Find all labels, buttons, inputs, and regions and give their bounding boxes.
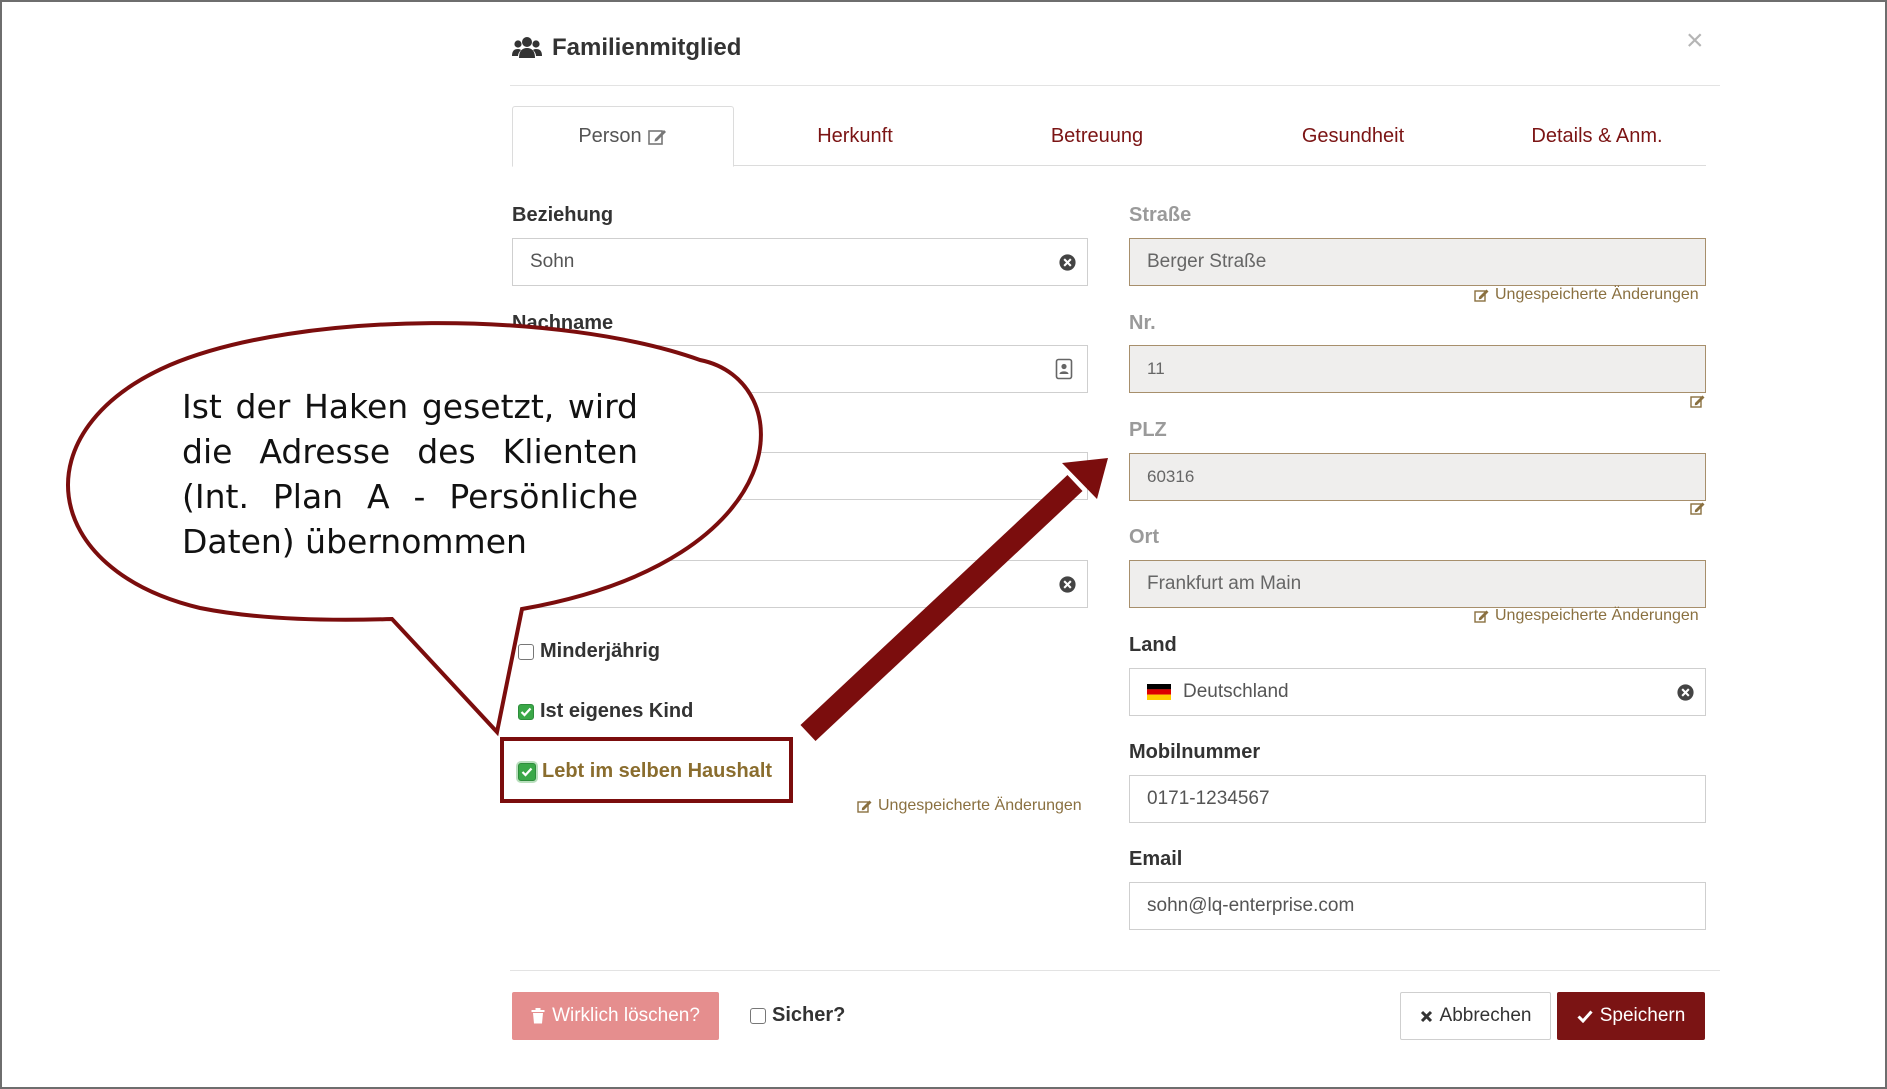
land-value: Deutschland [1183, 681, 1289, 702]
nr-value: 11 [1147, 359, 1165, 378]
strasse-field[interactable]: Berger Straße [1129, 238, 1706, 286]
header-divider [510, 85, 1720, 86]
checkbox-checked[interactable] [518, 703, 534, 720]
checkbox-label: Ist eigenes Kind [540, 700, 694, 722]
tab-gesundheit-label: Gesundheit [1301, 124, 1405, 147]
modal-title-text: Familienmitglied [552, 34, 742, 61]
nachname-label: Nachname [512, 312, 614, 334]
ort-field[interactable]: Frankfurt am Main [1129, 560, 1706, 608]
plz-value: 60316 [1147, 467, 1195, 486]
close-icon [1420, 1010, 1432, 1022]
check-icon [1577, 1009, 1593, 1023]
clear-icon[interactable] [1676, 683, 1695, 702]
tab-betreuung-label: Betreuung [1050, 124, 1144, 147]
users-icon [512, 37, 542, 58]
edit-icon [647, 129, 666, 145]
plz-label: PLZ [1129, 419, 1167, 441]
check-icon [520, 707, 532, 717]
email-value: sohn@lq-enterprise.com [1147, 895, 1355, 916]
tab-person-label: Person [578, 125, 642, 147]
clear-icon[interactable] [1058, 253, 1077, 272]
delete-button[interactable]: Wirklich löschen? [512, 992, 719, 1040]
checkbox-minderjaehrig[interactable]: Minderjährig [518, 640, 660, 663]
plz-field[interactable]: 60316 [1129, 453, 1706, 501]
edit-icon [1474, 289, 1489, 302]
unsaved-text: Ungespeicherte Änderungen [1495, 286, 1699, 303]
checkbox-label: Minderjährig [540, 640, 661, 662]
callout-text: Ist der Haken gesetzt, wird die Adresse … [182, 387, 638, 561]
unsaved-text: Ungespeicherte Änderungen [878, 797, 1082, 814]
unsaved-changes-note: Ungespeicherte Änderungen [1474, 607, 1699, 625]
edit-icon [857, 800, 872, 813]
beziehung-select[interactable]: Sohn [512, 238, 1088, 286]
cancel-label: Abbrechen [1439, 1005, 1532, 1026]
email-field[interactable]: sohn@lq-enterprise.com [1129, 882, 1706, 930]
unsaved-changes-note: Ungespeicherte Änderungen [857, 797, 1082, 815]
unsaved-text: Ungespeicherte Änderungen [1495, 607, 1699, 624]
tab-details[interactable]: Details & Anm. [1488, 106, 1706, 166]
delete-label: Wirklich löschen? [552, 1005, 700, 1026]
de-flag-icon [1147, 684, 1171, 700]
edit-icon [1690, 395, 1705, 408]
nr-label: Nr. [1129, 312, 1156, 334]
confirm-checkbox[interactable]: Sicher? [750, 1004, 845, 1027]
tab-herkunft-label: Herkunft [817, 124, 893, 147]
close-button[interactable]: × [1686, 26, 1704, 56]
nr-field[interactable]: 11 [1129, 345, 1706, 393]
mobil-value: 0171-1234567 [1147, 788, 1270, 809]
checkbox-eigenes-kind[interactable]: Ist eigenes Kind [518, 700, 693, 723]
ort-value: Frankfurt am Main [1147, 573, 1302, 594]
modal-title: Familienmitglied [512, 30, 741, 66]
checkbox-unchecked[interactable] [518, 643, 534, 660]
confirm-label: Sicher? [772, 1004, 846, 1026]
trash-icon [531, 1008, 545, 1024]
tab-person[interactable]: Person [512, 106, 734, 167]
save-label: Speichern [1599, 1005, 1686, 1026]
edit-icon [1690, 502, 1705, 515]
ort-label: Ort [1129, 526, 1159, 548]
tab-details-label: Details & Anm. [1531, 124, 1663, 147]
footer-divider [510, 970, 1720, 971]
mobil-label: Mobilnummer [1129, 741, 1261, 763]
email-label: Email [1129, 848, 1183, 870]
highlight-frame [500, 737, 793, 803]
beziehung-value: Sohn [530, 251, 575, 272]
geburtsdatum-field[interactable] [512, 560, 1088, 608]
mobil-field[interactable]: 0171-1234567 [1129, 775, 1706, 823]
clear-icon[interactable] [1058, 575, 1077, 594]
tab-bar: Person Herkunft Betreuung Gesundheit Det… [512, 106, 1706, 167]
tab-herkunft[interactable]: Herkunft [734, 106, 976, 166]
land-label: Land [1129, 634, 1177, 656]
land-select[interactable]: Deutschland [1129, 668, 1706, 716]
tab-betreuung[interactable]: Betreuung [976, 106, 1218, 166]
save-button[interactable]: Speichern [1557, 992, 1705, 1040]
cancel-button[interactable]: Abbrechen [1400, 992, 1551, 1040]
strasse-value: Berger Straße [1147, 251, 1267, 272]
strasse-label: Straße [1129, 204, 1192, 226]
tab-gesundheit[interactable]: Gesundheit [1218, 106, 1488, 166]
contact-card-icon[interactable] [1055, 358, 1073, 380]
unsaved-changes-note: Ungespeicherte Änderungen [1474, 286, 1699, 304]
beziehung-label: Beziehung [512, 204, 614, 226]
checkbox-unchecked[interactable] [750, 1007, 766, 1024]
edit-icon [1474, 610, 1489, 623]
